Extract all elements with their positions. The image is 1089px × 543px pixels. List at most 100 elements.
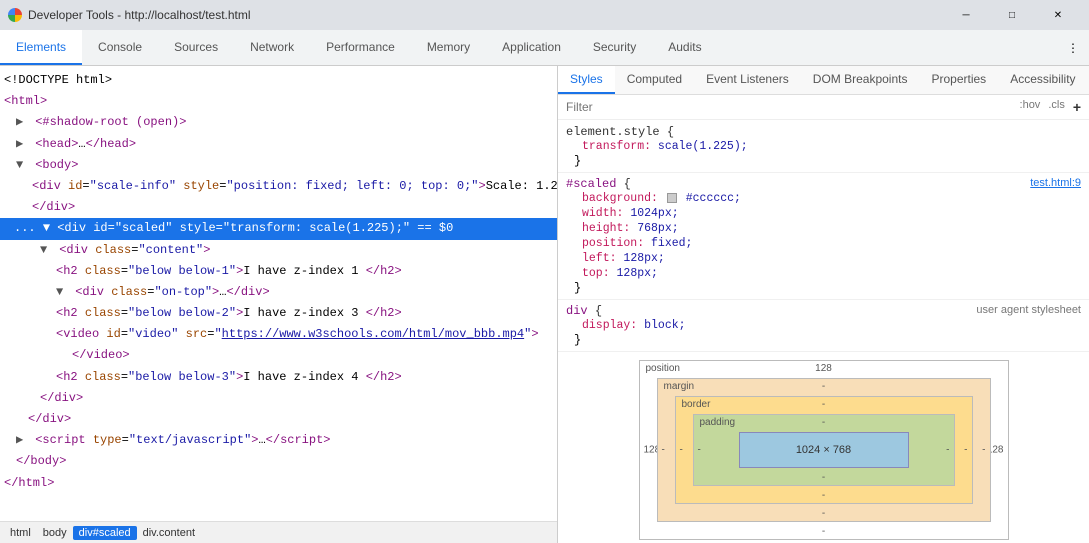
dom-line-scaled[interactable]: ... ▼ <div id="scaled" style="transform:… [0, 218, 557, 239]
bm-border-bottom: - [822, 490, 825, 501]
minimize-button[interactable]: ─ [943, 0, 989, 30]
bm-padding-bottom: - [822, 472, 825, 483]
title-bar: Developer Tools - http://localhost/test.… [0, 0, 1089, 30]
box-model-diagram: position 128 - 128 128 margin - - - - [558, 352, 1089, 543]
breadcrumb-content[interactable]: div.content [137, 526, 201, 540]
css-prop-display[interactable]: display: block; [566, 318, 1081, 333]
close-button[interactable]: ✕ [1035, 0, 1081, 30]
dom-line-h2-1[interactable]: <h2 class="below below-1">I have z-index… [0, 261, 557, 282]
bm-margin-left: - [662, 445, 665, 456]
bm-border-label: border [682, 399, 711, 410]
bm-position-label: position [646, 363, 680, 374]
dom-tree: <!DOCTYPE html> <html> ▶ <#shadow-root (… [0, 66, 557, 521]
tab-event-listeners[interactable]: Event Listeners [694, 66, 801, 94]
css-selector-scaled-header: #scaled { test.html:9 [566, 177, 1081, 191]
breadcrumb-scaled[interactable]: div#scaled [73, 526, 137, 540]
css-source-link[interactable]: test.html:9 [1030, 177, 1081, 191]
bm-padding-top: - [822, 417, 825, 428]
dom-line-video[interactable]: <video id="video" src="https://www.w3sch… [0, 324, 557, 345]
dom-line-head[interactable]: ▶ <head>…</head> [0, 134, 557, 155]
css-source-agent: user agent stylesheet [976, 304, 1081, 318]
cls-button[interactable]: .cls [1048, 99, 1065, 115]
tab-dom-breakpoints[interactable]: DOM Breakpoints [801, 66, 920, 94]
css-selector-element: element.style { [566, 124, 1081, 139]
maximize-button[interactable]: □ [989, 0, 1035, 30]
css-prop-left[interactable]: left: 128px; [566, 251, 1081, 266]
dom-line-body[interactable]: ▼ <body> [0, 155, 557, 176]
dom-line-h2-3[interactable]: <h2 class="below below-3">I have z-index… [0, 367, 557, 388]
css-close-brace-3: } [566, 333, 1081, 347]
dom-line-doctype[interactable]: <!DOCTYPE html> [0, 70, 557, 91]
bm-border-right: - [964, 445, 967, 456]
bm-content: 1024 × 768 [739, 432, 909, 468]
bm-padding-label: padding [700, 417, 736, 428]
dom-line-content-div[interactable]: ▼ <div class="content"> [0, 240, 557, 261]
breadcrumb: html body div#scaled div.content [0, 521, 557, 543]
dom-line-div-close2[interactable]: </div> [0, 388, 557, 409]
add-rule-button[interactable]: + [1073, 99, 1081, 115]
bm-position-bottom: - [822, 526, 825, 537]
dom-line-on-top[interactable]: ▼ <div class="on-top">…</div> [0, 282, 557, 303]
dom-line-html-close[interactable]: </html> [0, 473, 557, 494]
styles-panel: Styles Computed Event Listeners DOM Brea… [558, 66, 1089, 543]
tab-styles[interactable]: Styles [558, 66, 615, 94]
breadcrumb-body[interactable]: body [37, 526, 73, 540]
main-tab-bar: Elements Console Sources Network Perform… [0, 30, 1089, 66]
filter-bar: :hov .cls + [558, 95, 1089, 120]
tab-computed[interactable]: Computed [615, 66, 694, 94]
bm-padding-left: - [698, 445, 701, 456]
css-prop-top[interactable]: top: 128px; [566, 266, 1081, 281]
filter-actions: :hov .cls + [1020, 99, 1081, 115]
css-rule-div: div { user agent stylesheet display: blo… [558, 300, 1089, 352]
more-tabs-button[interactable]: ⋮ [1057, 30, 1089, 65]
dom-line-script[interactable]: ▶ <script type="text/javascript">…</scri… [0, 430, 557, 451]
filter-input[interactable] [566, 100, 1020, 114]
bm-border-top: - [822, 399, 825, 410]
bm-margin-label: margin [664, 381, 695, 392]
dom-line-html[interactable]: <html> [0, 91, 557, 112]
dom-line-video-close[interactable]: </video> [0, 345, 557, 366]
css-prop-background[interactable]: background: #cccccc; [566, 191, 1081, 206]
breadcrumb-html[interactable]: html [4, 526, 37, 540]
tab-sources[interactable]: Sources [158, 30, 234, 65]
tab-properties[interactable]: Properties [919, 66, 998, 94]
bm-margin-bottom: - [822, 508, 825, 519]
dom-line-shadow-root[interactable]: ▶ <#shadow-root (open)> [0, 112, 557, 133]
css-selector-div-header: div { user agent stylesheet [566, 304, 1081, 318]
tab-performance[interactable]: Performance [310, 30, 411, 65]
main-content: <!DOCTYPE html> <html> ▶ <#shadow-root (… [0, 66, 1089, 543]
tab-memory[interactable]: Memory [411, 30, 486, 65]
tab-network[interactable]: Network [234, 30, 310, 65]
dom-line-h2-2[interactable]: <h2 class="below below-2">I have z-index… [0, 303, 557, 324]
window-title: Developer Tools - http://localhost/test.… [28, 8, 943, 22]
styles-content: element.style { transform: scale(1.225);… [558, 120, 1089, 543]
dom-line-scale-info[interactable]: <div id="scale-info" style="position: fi… [0, 176, 557, 197]
bm-margin-right: - [982, 445, 985, 456]
color-swatch-background[interactable] [667, 193, 677, 203]
bm-margin-top: - [822, 381, 825, 392]
css-prop-width[interactable]: width: 1024px; [566, 206, 1081, 221]
bm-padding-right: - [946, 445, 949, 456]
css-close-brace-2: } [566, 281, 1081, 295]
tab-console[interactable]: Console [82, 30, 158, 65]
dom-line-body-close[interactable]: </body> [0, 451, 557, 472]
css-rule-element-style: element.style { transform: scale(1.225);… [558, 120, 1089, 173]
tab-audits[interactable]: Audits [652, 30, 717, 65]
css-prop-position[interactable]: position: fixed; [566, 236, 1081, 251]
bm-content-size: 1024 × 768 [796, 444, 851, 456]
bm-border-left: - [680, 445, 683, 456]
css-prop-transform[interactable]: transform: scale(1.225); [566, 139, 1081, 154]
dom-line-div-close1[interactable]: </div> [0, 197, 557, 218]
css-prop-height[interactable]: height: 768px; [566, 221, 1081, 236]
tab-elements[interactable]: Elements [0, 30, 82, 65]
hov-button[interactable]: :hov [1020, 99, 1041, 115]
tab-application[interactable]: Application [486, 30, 577, 65]
tab-security[interactable]: Security [577, 30, 652, 65]
styles-tab-bar: Styles Computed Event Listeners DOM Brea… [558, 66, 1089, 95]
bm-position-top: 128 [815, 363, 832, 374]
dom-line-div-close3[interactable]: </div> [0, 409, 557, 430]
window-controls: ─ □ ✕ [943, 0, 1081, 30]
dom-panel: <!DOCTYPE html> <html> ▶ <#shadow-root (… [0, 66, 558, 543]
tab-accessibility[interactable]: Accessibility [998, 66, 1087, 94]
css-close-brace-1: } [566, 154, 1081, 168]
